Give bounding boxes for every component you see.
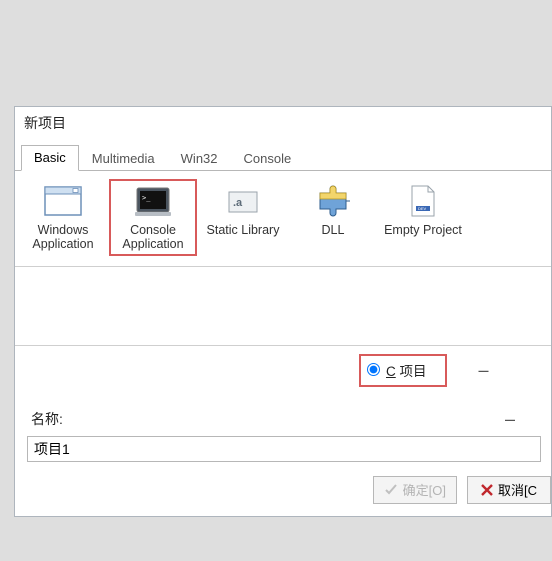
button-bar: 确定[O] 取消[C <box>15 472 551 516</box>
document-icon: DEV <box>403 183 443 219</box>
window-icon <box>43 183 83 219</box>
tab-console[interactable]: Console <box>231 146 305 171</box>
terminal-icon: >_ <box>133 183 173 219</box>
template-console-application[interactable]: >_ Console Application <box>109 179 197 256</box>
svg-text:DEV: DEV <box>418 206 427 211</box>
ok-button-label: 确定[O] <box>403 480 446 499</box>
dash-more: – <box>479 360 489 381</box>
new-project-dialog: 新项目 Basic Multimedia Win32 Console Windo… <box>14 106 552 517</box>
tab-multimedia[interactable]: Multimedia <box>79 146 168 171</box>
name-label: 名称: <box>31 409 63 429</box>
name-input-wrap <box>15 436 551 472</box>
radio-c-input[interactable] <box>367 363 380 376</box>
tab-win32[interactable]: Win32 <box>168 146 231 171</box>
dash-more-2: – <box>505 409 515 430</box>
dialog-title: 新项目 <box>15 107 551 139</box>
ok-button[interactable]: 确定[O] <box>373 476 457 504</box>
tab-basic[interactable]: Basic <box>21 145 79 171</box>
template-label: Console Application <box>111 223 195 252</box>
description-panel <box>15 266 551 346</box>
radio-c-project[interactable]: C 项目 <box>359 354 447 387</box>
project-name-input[interactable] <box>27 436 541 462</box>
templates-panel: Windows Application >_ Console Applicati… <box>15 171 551 266</box>
cancel-button[interactable]: 取消[C <box>467 476 551 504</box>
radio-c-label: C 项目 <box>386 360 427 380</box>
template-label: DLL <box>291 223 375 237</box>
template-label: Empty Project <box>381 223 465 237</box>
check-icon <box>384 483 398 497</box>
cancel-button-label: 取消[C <box>498 480 537 499</box>
name-label-row: 名称: – <box>15 399 551 436</box>
svg-text:>_: >_ <box>142 194 151 202</box>
svg-text:.a: .a <box>233 197 243 209</box>
tabstrip-separator <box>15 170 551 171</box>
template-windows-application[interactable]: Windows Application <box>19 179 107 256</box>
tab-strip: Basic Multimedia Win32 Console <box>21 145 551 171</box>
template-empty-project[interactable]: DEV Empty Project <box>379 179 467 241</box>
template-static-library[interactable]: .a Static Library <box>199 179 287 241</box>
template-label: Windows Application <box>21 223 105 252</box>
language-row: C 项目 – <box>15 346 551 399</box>
template-label: Static Library <box>201 223 285 237</box>
close-icon <box>481 484 493 496</box>
library-icon: .a <box>223 183 263 219</box>
puzzle-icon <box>313 183 353 219</box>
template-dll[interactable]: DLL <box>289 179 377 241</box>
